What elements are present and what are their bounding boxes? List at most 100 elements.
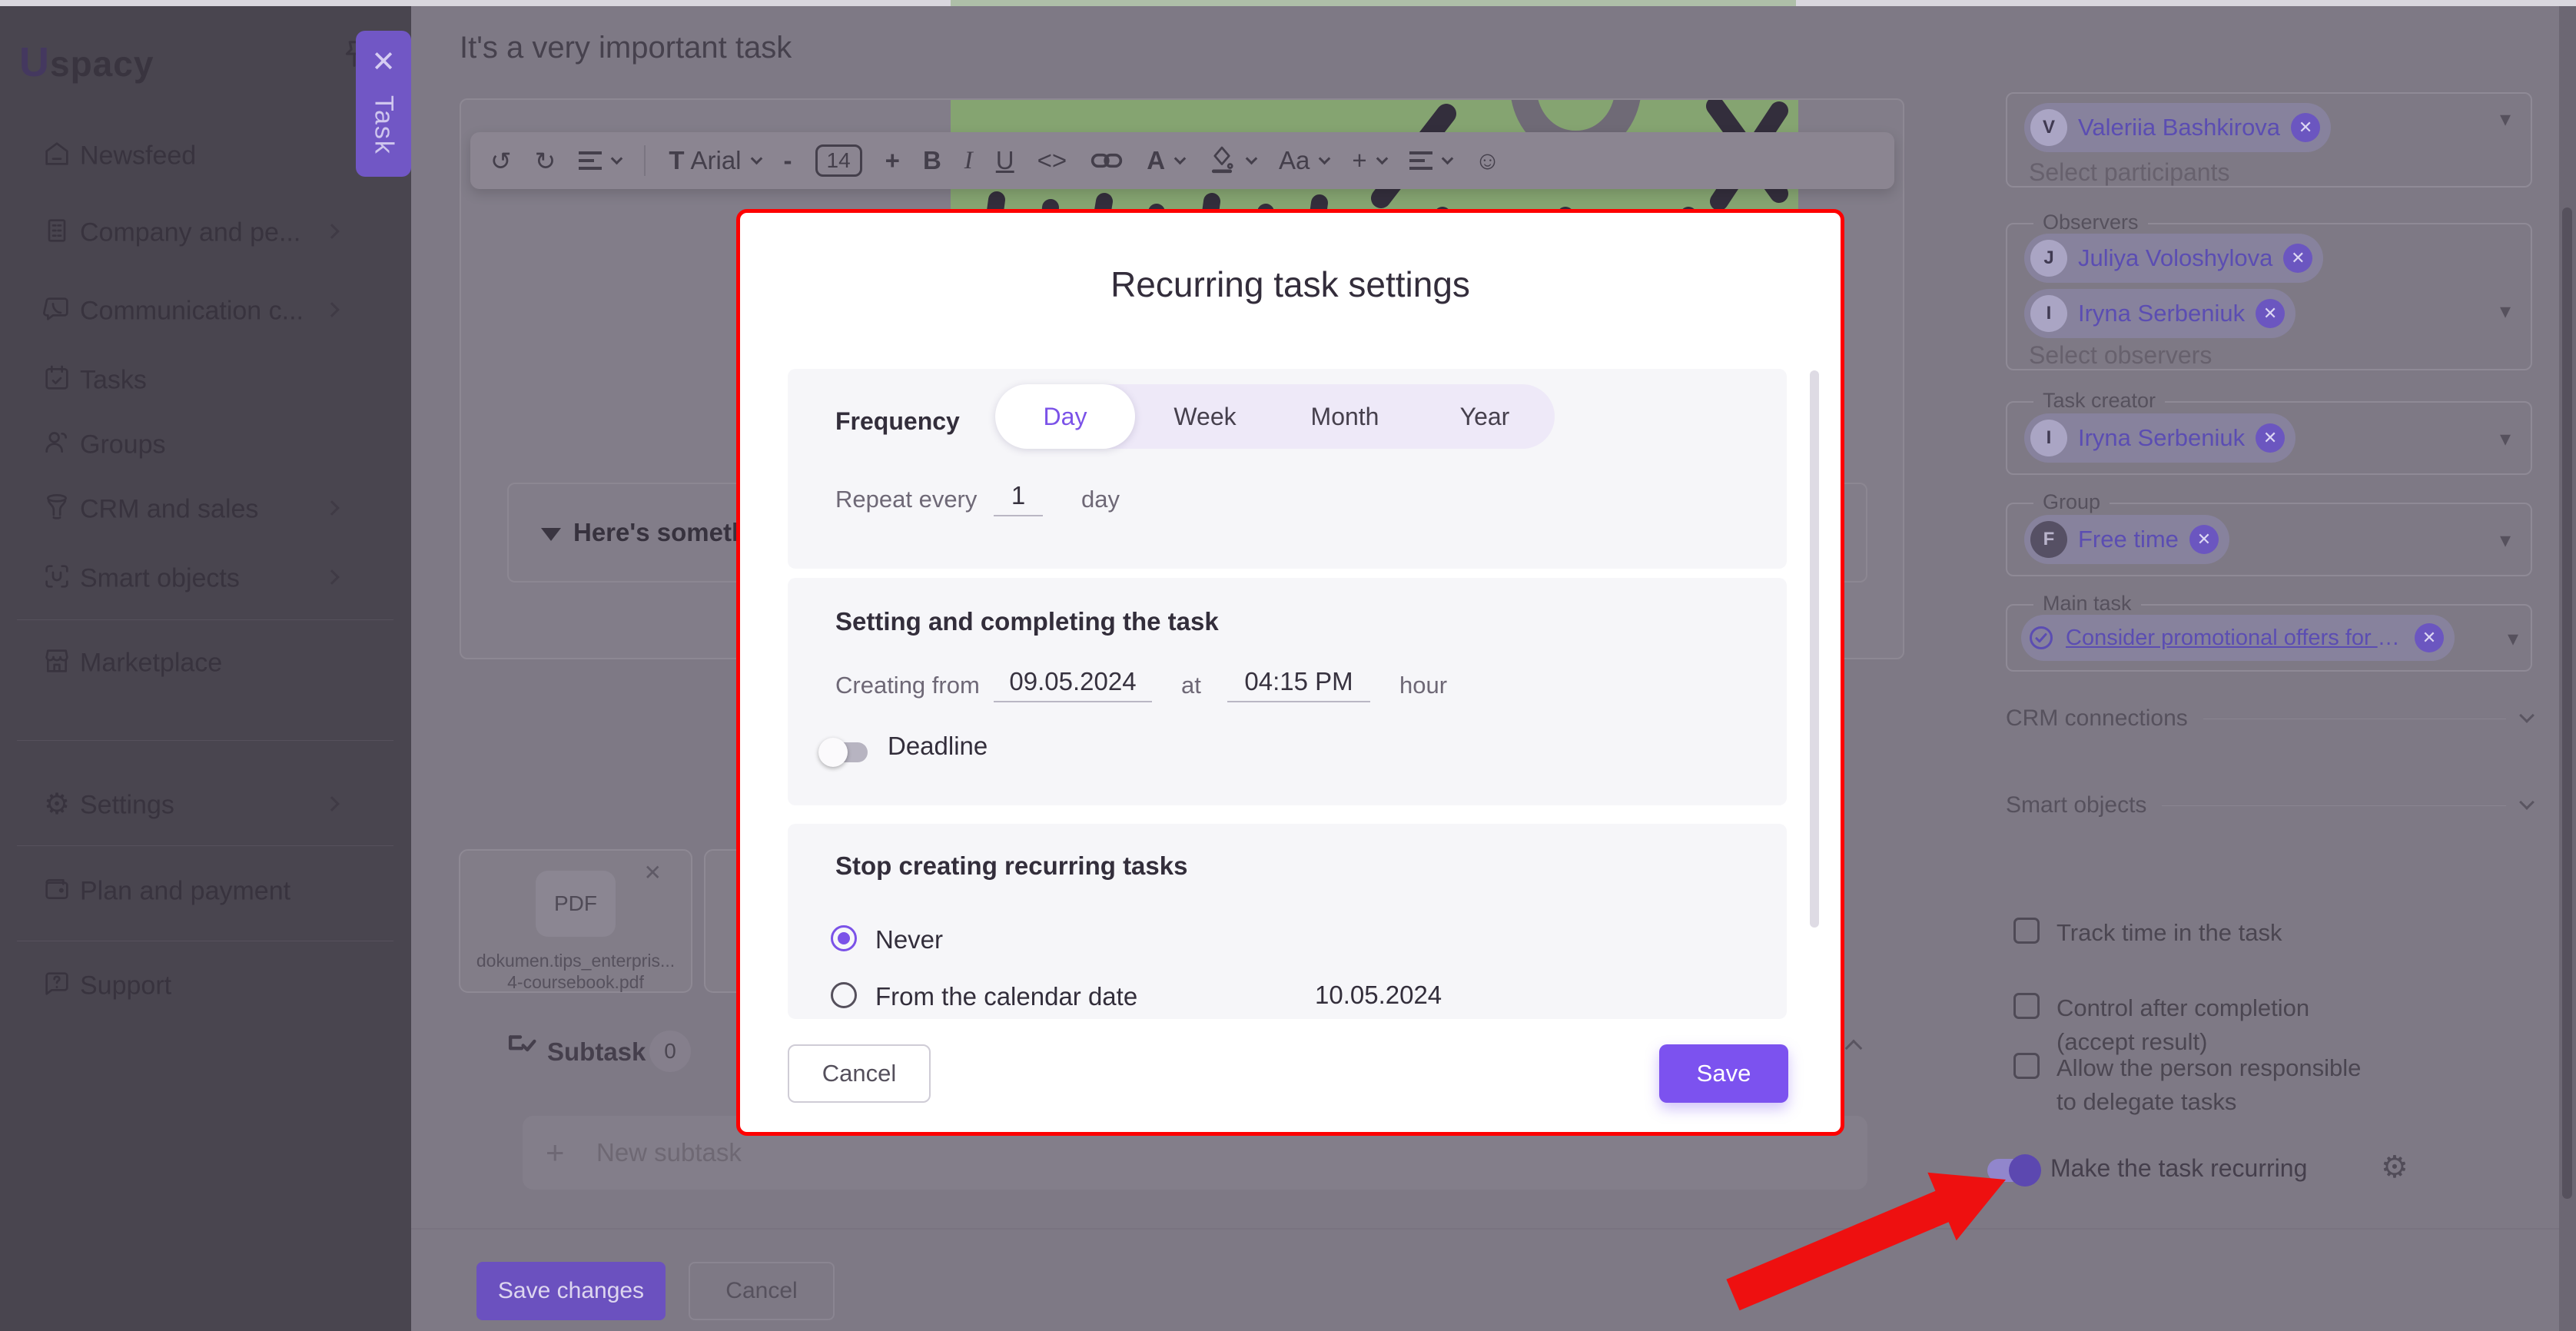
font-size-decrease-button[interactable]: - [784,146,792,175]
font-family-button[interactable]: TArial [669,146,760,175]
remove-chip-icon[interactable]: ✕ [2256,423,2285,453]
chevron-down-icon [1441,152,1453,164]
crm-connections-section[interactable]: CRM connections [2006,703,2532,734]
task-creator-field[interactable]: Task creator I Iryna Serbeniuk ✕ ▾ [2006,401,2532,475]
logo-text: spacy [50,44,154,84]
remove-chip-icon[interactable]: ✕ [2291,113,2320,142]
task-creator-chip[interactable]: I Iryna Serbeniuk ✕ [2024,413,2295,463]
attachment-pdf-card[interactable]: ✕ PDF dokumen.tips_enterpris... 4-course… [459,849,692,993]
bold-button[interactable]: B [923,146,941,175]
modal-cancel-button[interactable]: Cancel [788,1044,931,1103]
sidebar-item-crm[interactable]: CRM and sales [0,483,411,536]
remove-chip-icon[interactable]: ✕ [2283,244,2312,273]
save-changes-button[interactable]: Save changes [476,1262,666,1320]
modal-save-button[interactable]: Save [1659,1044,1788,1103]
observer-chip[interactable]: I Iryna Serbeniuk ✕ [2024,289,2295,338]
participants-field[interactable]: V Valeriia Bashkirova ✕ Select participa… [2006,92,2532,188]
remove-attachment-icon[interactable]: ✕ [644,860,662,885]
control-after-completion-option[interactable]: Control after completion (accept result) [2013,991,2387,1059]
chevron-down-icon [2519,795,2535,810]
code-button[interactable]: <> [1037,146,1067,175]
calendar-date-value[interactable]: 10.05.2024 [1315,981,1442,1010]
tab-month[interactable]: Month [1275,384,1415,449]
add-subtask-icon[interactable]: + [546,1134,565,1171]
tab-year[interactable]: Year [1415,384,1555,449]
recurring-settings-gear-icon[interactable]: ⚙ [2381,1150,2408,1185]
checkbox-icon[interactable] [2013,1053,2040,1079]
close-icon[interactable]: ✕ [356,48,411,77]
dropdown-arrow-icon[interactable]: ▾ [2508,626,2518,651]
insert-button[interactable]: + [1352,146,1386,175]
group-chip[interactable]: F Free time ✕ [2024,515,2229,564]
undo-icon[interactable]: ↺ [490,146,512,176]
main-task-field[interactable]: Main task Consider promotional offers fo… [2006,604,2532,672]
dropdown-arrow-icon[interactable]: ▾ [2500,106,2511,131]
main-task-link[interactable]: Consider promotional offers for the ne..… [2066,626,2404,651]
make-recurring-label: Make the task recurring [2050,1154,2307,1183]
collapse-section-icon[interactable] [1845,1040,1863,1057]
app-logo[interactable]: Uspacy [19,38,154,86]
task-creator-name: Iryna Serbeniuk [2078,424,2245,452]
chevron-down-icon [750,152,762,164]
toggle-knob [818,738,848,767]
crm-connections-label: CRM connections [2006,705,2188,732]
observer-chip[interactable]: J Juliya Voloshylova ✕ [2024,234,2323,283]
tab-day[interactable]: Day [995,384,1135,449]
group-field[interactable]: Group F Free time ✕ ▾ [2006,503,2532,576]
align-icon [1409,147,1432,174]
radio-calendar-date[interactable] [831,982,857,1008]
align-button[interactable] [1409,147,1452,174]
sidebar-item-support[interactable]: Support [0,959,411,1013]
creating-from-date-input[interactable]: 09.05.2024 [994,667,1152,702]
sidebar-item-tasks[interactable]: Tasks [0,353,411,407]
sidebar-item-groups[interactable]: Groups [0,418,411,472]
underline-button[interactable]: U [996,146,1014,175]
italic-button[interactable]: I [964,147,973,175]
setting-completing-card: Setting and completing the task Creating… [788,578,1787,805]
text-case-button[interactable]: Aa [1279,146,1329,175]
allow-delegate-option[interactable]: Allow the person responsible to delegate… [2013,1051,2387,1119]
line-height-button[interactable] [579,147,621,174]
dropdown-arrow-icon[interactable]: ▾ [2500,527,2511,553]
emoji-icon[interactable]: ☺ [1475,146,1501,175]
dropdown-arrow-icon[interactable]: ▾ [2500,298,2511,324]
highlight-color-button[interactable] [1207,145,1256,176]
smart-objects-section[interactable]: Smart objects [2006,790,2532,821]
task-tab[interactable]: ✕ Task [356,31,411,177]
checkbox-icon[interactable] [2013,993,2040,1019]
sidebar-item-plan-payment[interactable]: Plan and payment [0,865,411,918]
gear-icon: ⚙ [40,788,74,822]
sidebar-item-newsfeed[interactable]: Newsfeed [0,129,411,183]
track-time-option[interactable]: Track time in the task [2013,916,2282,950]
font-size-value[interactable]: 14 [815,144,862,177]
tab-week[interactable]: Week [1135,384,1275,449]
page-scrollbar-thumb[interactable] [2562,207,2572,1199]
font-size-increase-button[interactable]: + [885,146,900,175]
attachment-filename-line2: 4-coursebook.pdf [460,972,691,993]
checkbox-icon[interactable] [2013,918,2040,944]
sidebar-item-company[interactable]: Company and pe... [0,206,411,260]
redo-icon[interactable]: ↻ [535,146,556,176]
remove-chip-icon[interactable]: ✕ [2415,623,2444,652]
sidebar-item-marketplace[interactable]: Marketplace [0,636,411,690]
modal-scrollbar-thumb[interactable] [1810,370,1819,928]
sidebar-item-settings[interactable]: ⚙ Settings [0,778,411,832]
remove-chip-icon[interactable]: ✕ [2189,525,2219,554]
radio-never[interactable] [831,925,857,951]
chevron-down-icon [1319,152,1331,164]
triangle-down-icon[interactable] [541,528,561,541]
sidebar-item-communication[interactable]: Communication c... [0,284,411,338]
creating-from-time-input[interactable]: 04:15 PM [1227,667,1370,702]
observers-field[interactable]: Observers J Juliya Voloshylova ✕ I Iryna… [2006,223,2532,370]
remove-chip-icon[interactable]: ✕ [2256,299,2285,328]
repeat-every-label: Repeat every [835,486,977,513]
page-cancel-button[interactable]: Cancel [689,1262,835,1320]
deadline-toggle[interactable] [822,742,868,762]
link-icon[interactable] [1090,148,1124,174]
dropdown-arrow-icon[interactable]: ▾ [2500,426,2511,451]
main-task-chip[interactable]: Consider promotional offers for the ne..… [2021,615,2455,661]
font-color-button[interactable]: A [1147,146,1184,175]
repeat-interval-input[interactable]: 1 [994,481,1043,516]
sidebar-item-smart-objects[interactable]: Smart objects [0,552,411,606]
participant-chip[interactable]: V Valeriia Bashkirova ✕ [2024,103,2331,152]
